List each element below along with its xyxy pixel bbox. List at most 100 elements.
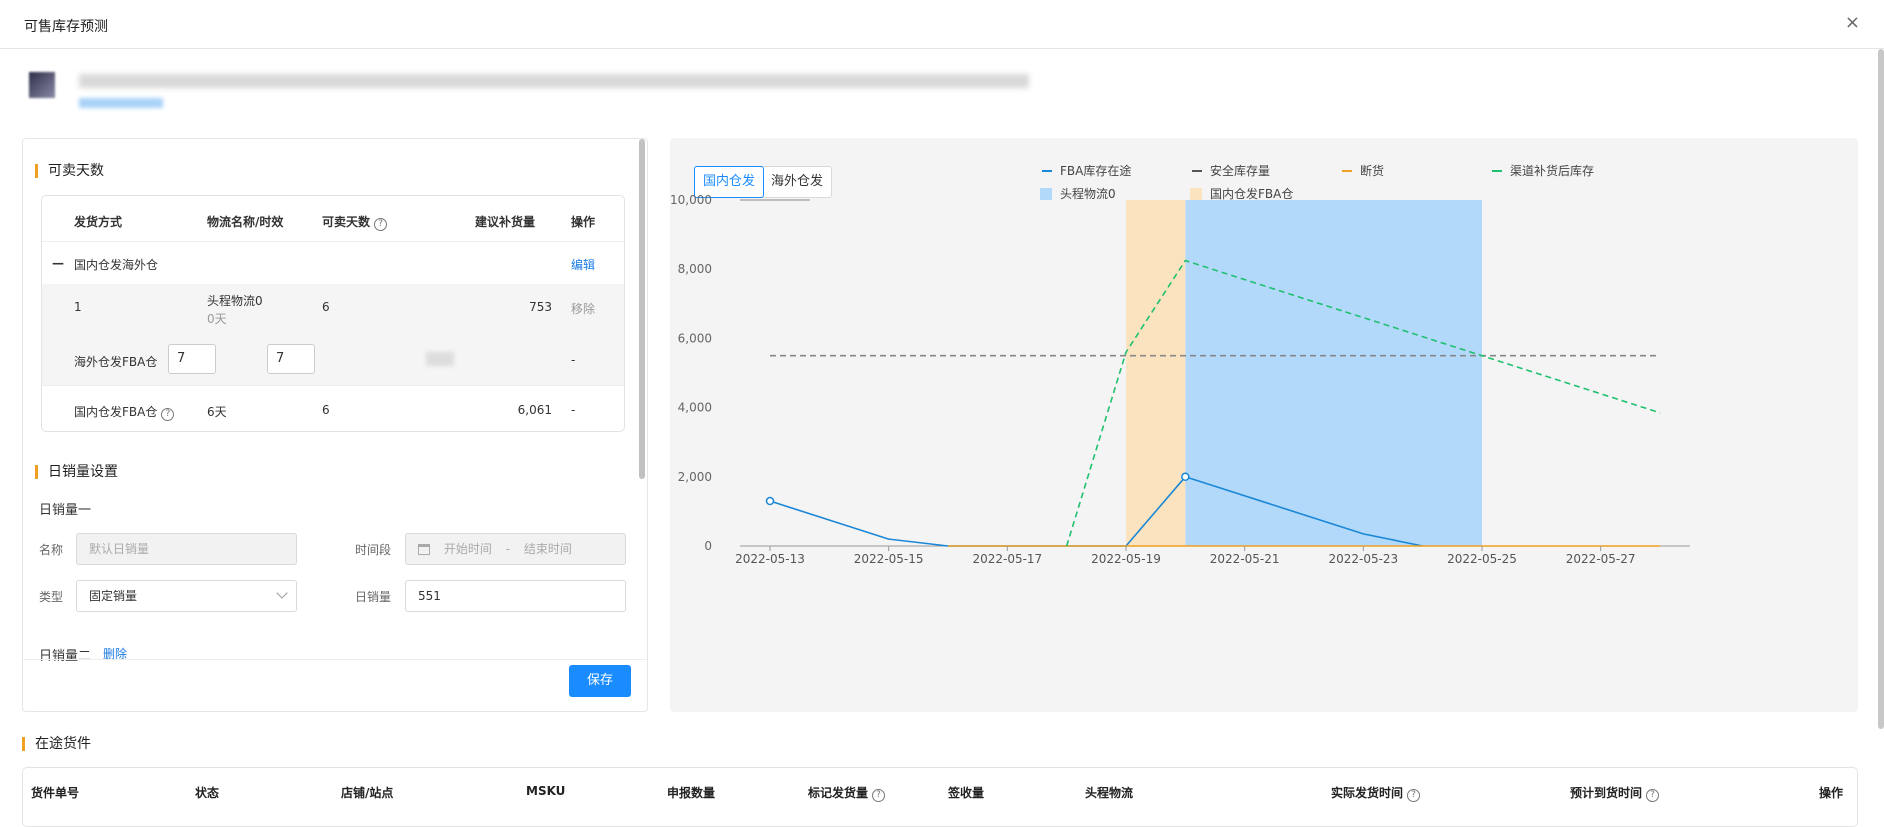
- th-received-qty: 签收量: [948, 786, 985, 800]
- sellable-days-table: 发货方式 物流名称/时效 可卖天数? 建议补货量 操作 — 国内仓发海外仓 编辑…: [41, 195, 625, 432]
- th-msku: MSKU: [526, 784, 566, 798]
- th-days: 可卖天数?: [322, 213, 388, 231]
- table-row: 海外仓发FBA仓 7 7 -: [42, 336, 624, 386]
- divider: [23, 659, 647, 660]
- start-time-placeholder: 开始时间: [443, 542, 492, 556]
- dialog-title: 可售库存预测: [24, 19, 108, 35]
- remove-link[interactable]: 移除: [571, 300, 595, 317]
- edit-link[interactable]: 编辑: [571, 256, 595, 273]
- row-qty: 6,061: [517, 403, 552, 417]
- th-actual-ship-time-label: 实际发货时间: [1331, 786, 1404, 800]
- th-marked-qty-label: 标记发货量: [808, 786, 869, 800]
- x-tick-label: 2022-05-17: [972, 552, 1042, 566]
- row-logistics: 6天: [207, 405, 227, 419]
- th-ship-method: 发货方式: [74, 215, 123, 229]
- x-tick-label: 2022-05-25: [1447, 552, 1517, 566]
- chevron-down-icon: [276, 587, 288, 599]
- th-marked-qty: 标记发货量?: [808, 784, 886, 802]
- collapse-icon[interactable]: —: [52, 256, 64, 270]
- type-label: 类型: [39, 590, 64, 604]
- x-tick-label: 2022-05-15: [854, 552, 924, 566]
- left-panel: 可卖天数 发货方式 物流名称/时效 可卖天数? 建议补货量 操作 — 国内仓发海…: [22, 138, 648, 712]
- y-tick-label: 4,000: [678, 401, 712, 415]
- th-days-label: 可卖天数: [322, 215, 371, 229]
- group-label: 国内仓发海外仓: [74, 258, 159, 272]
- table-row-group: — 国内仓发海外仓 编辑: [42, 242, 624, 284]
- th-logistics: 物流名称/时效: [207, 215, 284, 229]
- overseas-days-input-2[interactable]: 7: [267, 344, 315, 374]
- help-icon[interactable]: ?: [1407, 789, 1421, 802]
- save-button[interactable]: 保存: [569, 665, 631, 697]
- in-transit-table: 货件单号 状态 店铺/站点 MSKU 申报数量 标记发货量? 签收量 头程物流 …: [22, 767, 1858, 827]
- sales1-title: 日销量一: [39, 503, 92, 518]
- help-icon[interactable]: ?: [374, 218, 388, 231]
- y-tick-label: 0: [704, 539, 712, 553]
- th-shop: 店铺/站点: [341, 786, 394, 800]
- table-row: 国内仓发FBA仓? 6天 6 6,061 -: [42, 386, 624, 431]
- th-operation: 操作: [1819, 786, 1844, 800]
- chart-panel: 国内仓发 海外仓发 FBA库存在途 安全库存量 断货 渠道补货后库存 头程物流0…: [670, 138, 1858, 712]
- dialog-header: 可售库存预测 ×: [0, 0, 1884, 49]
- logistics-time: 0天: [207, 312, 227, 326]
- th-status: 状态: [195, 786, 220, 800]
- table-row: 1 头程物流0 0天 6 753 移除: [42, 284, 624, 336]
- row-days: 6: [322, 300, 330, 314]
- th-replenish: 建议补货量: [475, 215, 536, 229]
- row-label: 国内仓发FBA仓?: [74, 403, 175, 421]
- sales2-title: 日销量二: [39, 649, 92, 664]
- product-title-blurred: [79, 74, 1029, 88]
- daily-qty-label: 日销量: [355, 590, 392, 604]
- row-index: 1: [74, 300, 82, 314]
- date-range-input[interactable]: 开始时间 - 结束时间: [405, 533, 626, 565]
- calendar-icon: [418, 544, 430, 555]
- th-declared-qty: 申报数量: [667, 786, 716, 800]
- chart-band: [1126, 200, 1186, 546]
- section-sellable-days: 可卖天数: [35, 164, 104, 178]
- table-header: 发货方式 物流名称/时效 可卖天数? 建议补货量 操作: [42, 196, 624, 242]
- series-point: [1181, 472, 1190, 482]
- x-tick-label: 2022-05-19: [1091, 552, 1161, 566]
- row-action: -: [571, 403, 576, 417]
- x-tick-label: 2022-05-27: [1566, 552, 1636, 566]
- sales-type-value: 固定销量: [89, 589, 138, 603]
- overseas-days-input-1[interactable]: 7: [168, 344, 216, 374]
- sales-name-input[interactable]: 默认日销量: [76, 533, 297, 565]
- x-tick-label: 2022-05-23: [1328, 552, 1398, 566]
- close-icon[interactable]: ×: [1845, 12, 1860, 33]
- end-time-placeholder: 结束时间: [523, 542, 572, 556]
- row-action: -: [571, 353, 576, 367]
- range-dash: -: [505, 542, 511, 556]
- y-tick-label: 10,000: [670, 193, 712, 207]
- daily-qty-input[interactable]: 551: [405, 580, 626, 612]
- th-actual-ship-time: 实际发货时间?: [1331, 784, 1421, 802]
- section-daily-sales: 日销量设置: [35, 465, 118, 479]
- inventory-chart: 0 2,000 4,000 6,000 8,000 10,000 2022-05-13 20…: [670, 193, 1690, 566]
- page-scrollbar[interactable]: [1878, 49, 1884, 729]
- help-icon[interactable]: ?: [161, 408, 175, 421]
- help-icon[interactable]: ?: [1646, 789, 1660, 802]
- product-sku-blurred: [79, 98, 163, 108]
- y-tick-label: 8,000: [678, 262, 712, 276]
- sales-type-select[interactable]: 固定销量: [76, 580, 297, 612]
- name-label: 名称: [39, 543, 64, 557]
- section-in-transit: 在途货件: [22, 737, 91, 751]
- series-point: [765, 496, 775, 506]
- row-qty: 753: [529, 300, 552, 314]
- left-panel-scrollbar[interactable]: [639, 139, 645, 479]
- th-shipment-id: 货件单号: [31, 786, 80, 800]
- th-eta: 预计到货时间?: [1570, 784, 1660, 802]
- th-logistics: 头程物流: [1085, 786, 1134, 800]
- logistics-name: 头程物流0: [207, 294, 263, 308]
- row-label: 海外仓发FBA仓: [74, 355, 158, 369]
- y-tick-label: 6,000: [678, 331, 712, 345]
- product-info: [29, 72, 1029, 108]
- product-thumbnail: [29, 72, 55, 98]
- row-label-text: 国内仓发FBA仓: [74, 405, 158, 419]
- x-tick-label: 2022-05-13: [735, 552, 805, 566]
- chart-band: [1185, 200, 1482, 546]
- th-eta-label: 预计到货时间: [1570, 786, 1643, 800]
- th-action: 操作: [571, 215, 596, 229]
- x-tick-label: 2022-05-21: [1210, 552, 1280, 566]
- y-tick-label: 2,000: [678, 470, 712, 484]
- help-icon[interactable]: ?: [872, 789, 886, 802]
